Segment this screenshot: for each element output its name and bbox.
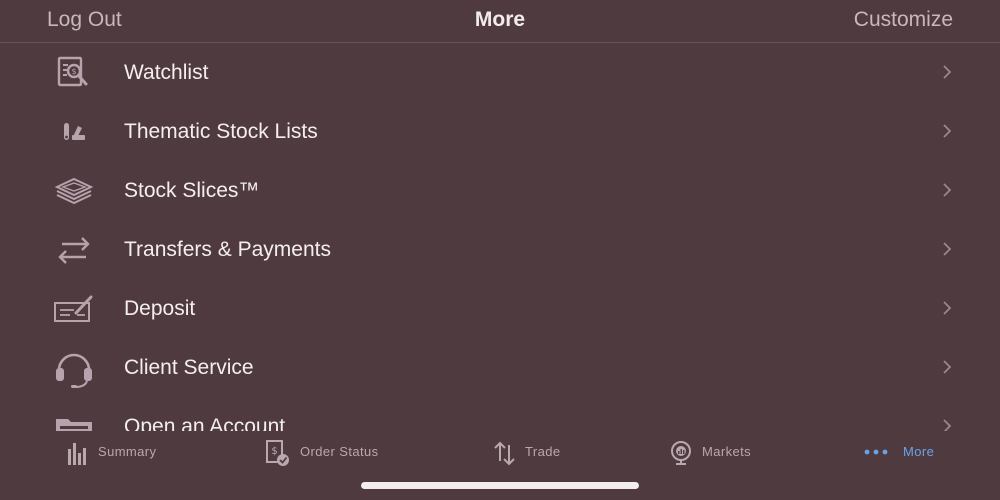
globe-chart-icon — [669, 439, 695, 467]
menu-item-label: Client Service — [124, 356, 254, 379]
chevron-right-icon — [942, 64, 952, 80]
menu-item-deposit[interactable]: Deposit — [0, 279, 1000, 338]
menu-item-label: Transfers & Payments — [124, 238, 331, 261]
thematic-lists-icon — [52, 112, 96, 152]
tab-label: Summary — [98, 444, 157, 459]
menu-item-watchlist[interactable]: $ Watchlist — [0, 43, 1000, 102]
menu-item-transfers-payments[interactable]: Transfers & Payments — [0, 220, 1000, 279]
chevron-right-icon — [942, 182, 952, 198]
menu-item-label: Watchlist — [124, 61, 209, 84]
chevron-right-icon — [942, 123, 952, 139]
menu-item-label: Open an Account — [124, 415, 286, 431]
watchlist-search-icon: $ — [52, 53, 96, 93]
chevron-right-icon — [942, 418, 952, 431]
chevron-right-icon — [942, 359, 952, 375]
menu-item-label: Thematic Stock Lists — [124, 120, 318, 143]
tab-summary[interactable]: Summary — [66, 437, 166, 469]
menu-item-open-an-account[interactable]: Open an Account — [0, 397, 1000, 431]
navigation-bar: Log Out More Customize — [0, 0, 1000, 43]
svg-text:$: $ — [271, 446, 277, 457]
menu-item-label: Stock Slices™ — [124, 179, 260, 202]
svg-text:$: $ — [71, 67, 76, 76]
stacked-layers-icon — [52, 171, 96, 211]
tab-markets[interactable]: Markets — [669, 437, 769, 469]
headset-icon — [52, 348, 96, 388]
home-indicator[interactable] — [361, 482, 639, 489]
more-menu-list: $ Watchlist Thematic Stock Lists Stock S… — [0, 43, 1000, 431]
page-title: More — [474, 8, 526, 31]
tab-order-status[interactable]: $ Order Status — [265, 437, 390, 469]
tab-trade[interactable]: Trade — [492, 437, 572, 469]
tab-more[interactable]: More — [862, 437, 952, 469]
tab-label: Markets — [702, 444, 752, 459]
menu-item-stock-slices[interactable]: Stock Slices™ — [0, 161, 1000, 220]
bottom-tab-bar: Summary $ Order Status Trade Markets Mor… — [0, 431, 1000, 500]
tab-label: Trade — [525, 444, 561, 459]
menu-item-thematic-stock-lists[interactable]: Thematic Stock Lists — [0, 102, 1000, 161]
order-status-icon: $ — [265, 439, 291, 467]
menu-item-label: Deposit — [124, 297, 196, 320]
customize-button[interactable]: Customize — [854, 7, 953, 33]
transfer-arrows-icon — [52, 230, 96, 270]
bar-chart-icon — [66, 439, 92, 467]
chevron-right-icon — [942, 300, 952, 316]
chevron-right-icon — [942, 241, 952, 257]
folder-icon — [52, 407, 96, 431]
menu-item-client-service[interactable]: Client Service — [0, 338, 1000, 397]
more-screen: Log Out More Customize $ Watchlist Thema… — [0, 0, 1000, 500]
more-dots-icon — [862, 439, 894, 467]
tab-label: Order Status — [300, 444, 379, 459]
up-down-arrows-icon — [492, 439, 518, 467]
check-pen-icon — [52, 289, 96, 329]
tab-label: More — [903, 444, 935, 459]
log-out-button[interactable]: Log Out — [47, 7, 122, 33]
